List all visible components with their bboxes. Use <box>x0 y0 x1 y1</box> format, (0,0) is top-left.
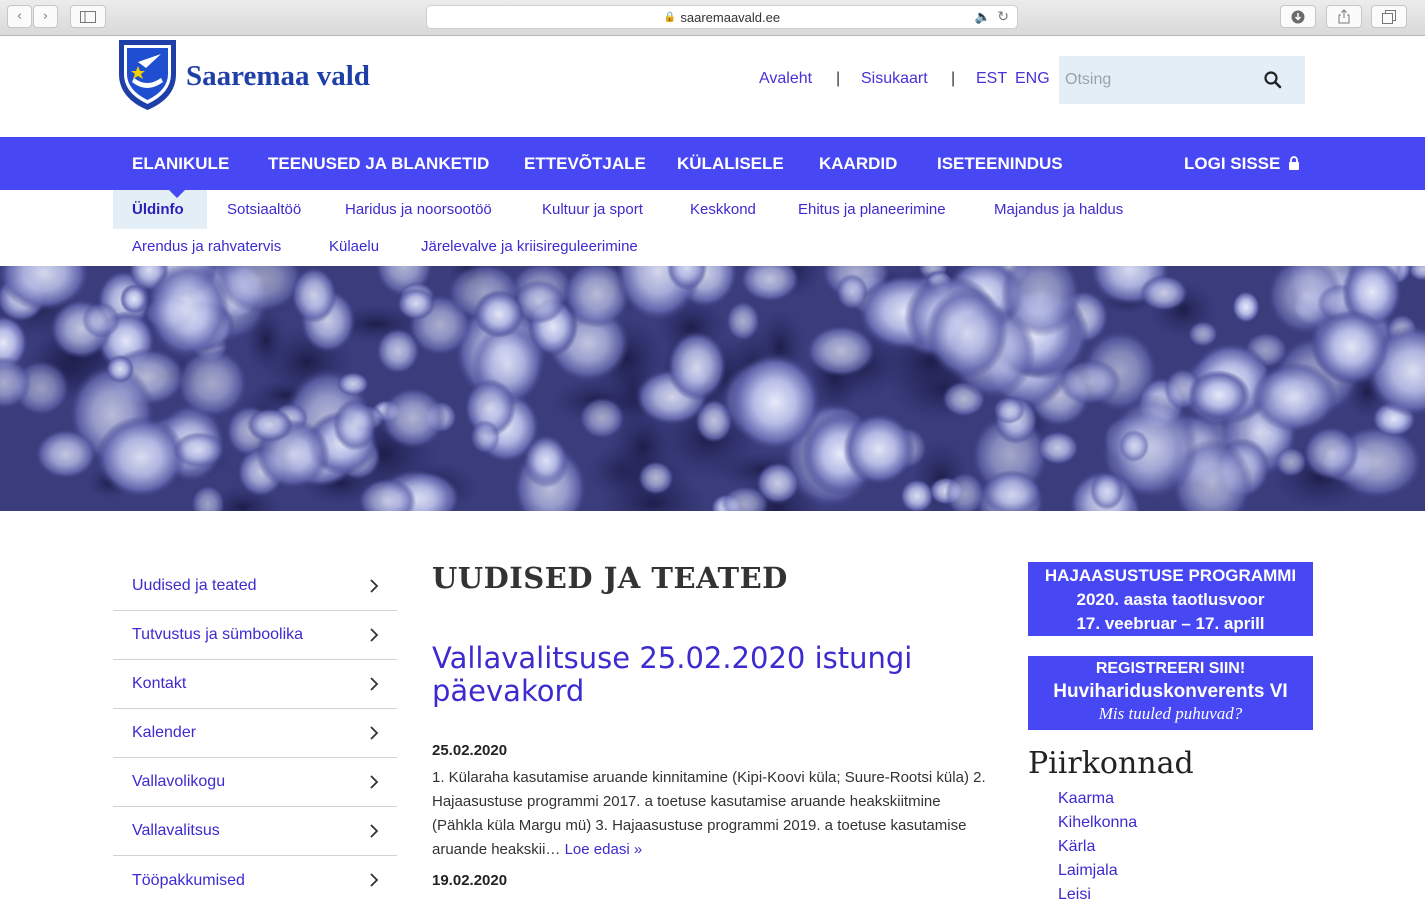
nav-ettevotjale[interactable]: ETTEVÕTJALE <box>524 154 646 174</box>
search-icon[interactable] <box>1263 70 1283 90</box>
share-button[interactable] <box>1326 5 1362 28</box>
address-bar[interactable]: 🔒 saaremaavald.ee 🔈 ↻ <box>426 5 1018 29</box>
reload-icon[interactable]: ↻ <box>997 8 1009 25</box>
sidebar-item-label: Vallavolikogu <box>132 773 226 790</box>
forward-button[interactable]: › <box>33 5 58 28</box>
read-more-link[interactable]: Loe edasi » <box>565 841 643 858</box>
language-eng-link[interactable]: ENG <box>1015 70 1050 88</box>
site-logo-text[interactable]: Saaremaa vald <box>186 60 370 93</box>
sidebar-item-tutvustus[interactable]: Tutvustus ja sümboolika <box>113 611 397 660</box>
sidebar-item-label: Kontakt <box>132 675 187 692</box>
banner-line: REGISTREERI SIIN! <box>1095 660 1246 677</box>
chevron-right-icon <box>370 677 379 691</box>
sidebar-item-kalender[interactable]: Kalender <box>113 709 397 758</box>
banner-line: 17. veebruar – 17. aprill <box>1076 614 1265 633</box>
region-link[interactable]: Leisi <box>1058 886 1091 904</box>
back-button[interactable]: ‹ <box>7 5 32 28</box>
banner-line: Huvihariduskonverents VI <box>1053 681 1288 702</box>
article-date: 25.02.2020 <box>432 742 508 759</box>
tabs-button[interactable] <box>1371 5 1407 28</box>
sidebar-item-toopakkumised[interactable]: Tööpakkumised <box>113 856 397 905</box>
region-link[interactable]: Laimjala <box>1058 862 1118 880</box>
sidebar-toggle-button[interactable] <box>70 5 106 28</box>
separator: | <box>836 70 841 87</box>
sidebar-item-label: Kalender <box>132 724 197 741</box>
article-date: 19.02.2020 <box>432 872 508 889</box>
banner-line: HAJAASUSTUSE PROGRAMMI <box>1044 566 1297 585</box>
separator: | <box>951 70 956 87</box>
sidebar-item-kontakt[interactable]: Kontakt <box>113 660 397 709</box>
chevron-right-icon <box>370 726 379 740</box>
article-excerpt-text: 1. Küla­raha kasutamise aruande kinnitam… <box>432 769 986 858</box>
chevron-right-icon <box>370 628 379 642</box>
download-icon <box>1291 10 1305 23</box>
lock-icon: 🔒 <box>663 11 677 23</box>
subnav-kulaelu[interactable]: Külaelu <box>329 238 379 255</box>
subnav-haridus[interactable]: Haridus ja noorsootöö <box>345 201 492 218</box>
chevron-right-icon <box>370 579 379 593</box>
nav-kulalisele[interactable]: KÜLALISELE <box>677 154 784 174</box>
sidebar-item-label: Vallavalitsus <box>132 822 220 839</box>
subnav-uldinfo[interactable]: Üldinfo <box>132 201 184 218</box>
subnav-kultuur[interactable]: Kultuur ja sport <box>542 201 643 218</box>
banner-line: 2020. aasta taotlusvoor <box>1076 590 1265 609</box>
browser-toolbar: ‹ › 🔒 saaremaavald.ee 🔈 ↻ <box>0 0 1425 36</box>
hajaasustus-banner[interactable]: HAJAASUSTUSE PROGRAMMI 2020. aasta taotl… <box>1028 562 1313 636</box>
sidebar-item-vallavolikogu[interactable]: Vallavolikogu <box>113 758 397 807</box>
banner-line: Mis tuuled puhuvad? <box>1098 704 1243 723</box>
subnav-arendus[interactable]: Arendus ja rahvatervis <box>132 238 281 255</box>
regions-heading: Piirkonnad <box>1028 746 1194 781</box>
section-title: UUDISED JA TEATED <box>432 561 788 595</box>
main-navigation: ELANIKULE TEENUSED JA BLANKETID ETTEVÕTJ… <box>0 137 1425 190</box>
subnav-sotsiaaltoo[interactable]: Sotsiaaltöö <box>227 201 301 218</box>
sidebar-item-label: Uudised ja teated <box>132 577 257 594</box>
subnav-jarelevalve[interactable]: Järelevalve ja kriisireguleerimine <box>421 238 638 255</box>
login-label: LOGI SISSE <box>1184 154 1281 173</box>
subnav-keskkond[interactable]: Keskkond <box>690 201 756 218</box>
subnav-majandus[interactable]: Majandus ja haldus <box>994 201 1123 218</box>
chevron-left-icon: ‹ <box>16 9 23 24</box>
sidebar-item-label: Tutvustus ja sümboolika <box>132 626 304 643</box>
sidebar-item-uudised[interactable]: Uudised ja teated <box>113 562 397 611</box>
chevron-right-icon <box>370 775 379 789</box>
chevron-right-icon <box>370 873 379 887</box>
subnav-active-caret <box>169 190 185 198</box>
article-title-link[interactable]: Vallavalitsuse 25.02.2020 istungi päevak… <box>432 642 952 708</box>
sidebar-icon <box>80 10 96 23</box>
article-excerpt: 1. Küla­raha kasutamise aruande kinnitam… <box>432 766 992 862</box>
nav-teenused-ja-blanketid[interactable]: TEENUSED JA BLANKETID <box>268 154 489 174</box>
sidebar-item-vallavalitsus[interactable]: Vallavalitsus <box>113 807 397 856</box>
chevron-right-icon <box>370 824 379 838</box>
nav-elanikule[interactable]: ELANIKULE <box>132 154 229 174</box>
home-link[interactable]: Avaleht <box>759 70 812 88</box>
address-url: saaremaavald.ee <box>680 9 781 25</box>
language-est-link[interactable]: EST <box>976 70 1007 88</box>
huviharidus-banner[interactable]: REGISTREERI SIIN! Huvihariduskonverents … <box>1028 656 1313 730</box>
search-box <box>1059 56 1305 104</box>
sidebar-item-label: Tööpakkumised <box>132 871 245 889</box>
share-icon <box>1338 9 1350 24</box>
region-link[interactable]: Kihelkonna <box>1058 814 1137 832</box>
sitemap-link[interactable]: Sisukaart <box>861 70 928 88</box>
region-link[interactable]: Kaarma <box>1058 790 1114 808</box>
chevron-right-icon: › <box>42 9 49 24</box>
coat-of-arms-logo[interactable] <box>116 38 179 112</box>
subnav-ehitus[interactable]: Ehitus ja planeerimine <box>798 201 946 218</box>
nav-kaardid[interactable]: KAARDID <box>819 154 897 174</box>
tabs-icon <box>1382 9 1396 24</box>
hero-banner-image <box>0 266 1425 511</box>
search-input[interactable] <box>1059 57 1249 103</box>
region-link[interactable]: Kärla <box>1058 838 1095 856</box>
downloads-button[interactable] <box>1280 5 1316 28</box>
nav-iseteenindus[interactable]: ISETEENINDUS <box>937 154 1063 174</box>
speaker-icon[interactable]: 🔈 <box>975 9 991 25</box>
lock-icon <box>1289 156 1300 170</box>
login-link[interactable]: LOGI SISSE <box>1184 154 1300 174</box>
